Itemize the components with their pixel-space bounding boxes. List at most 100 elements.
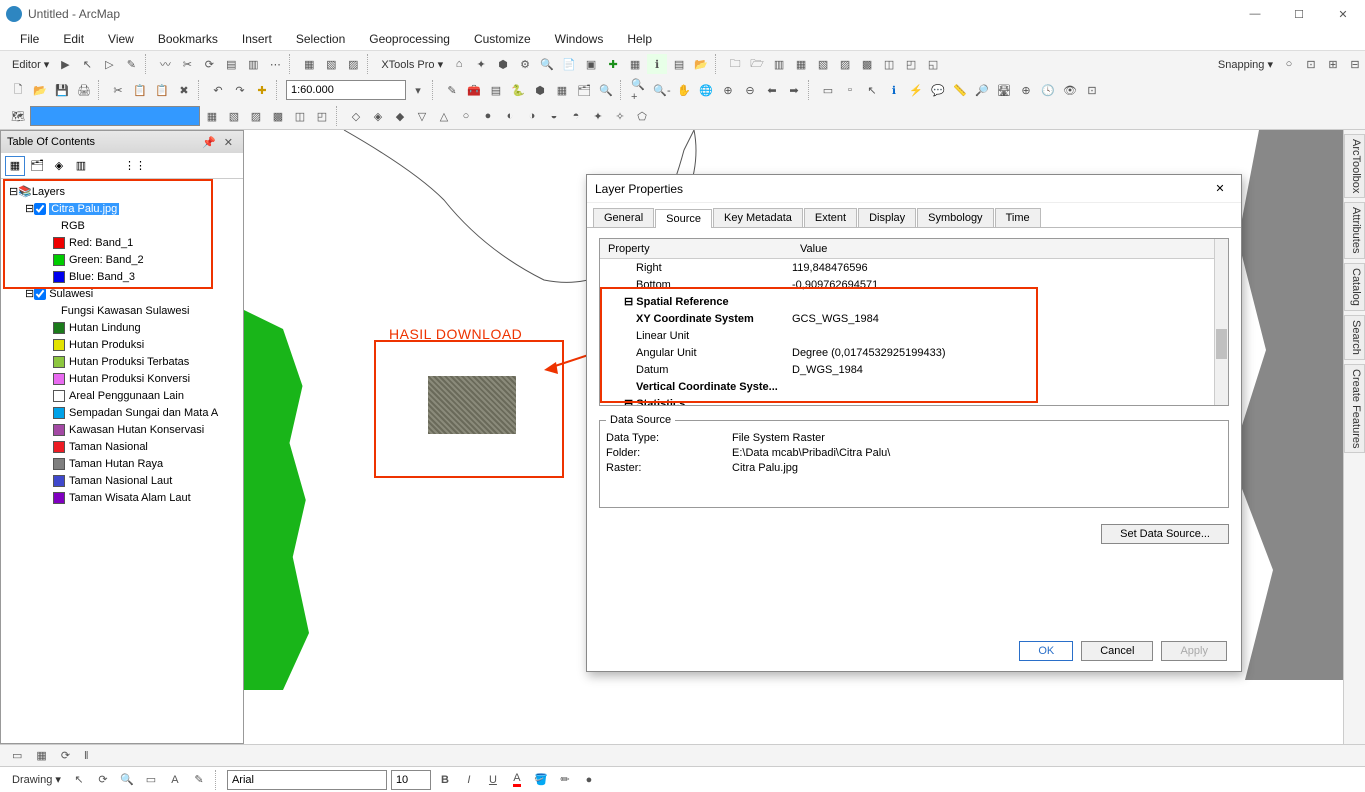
open-icon[interactable]: 📂 — [30, 80, 50, 100]
rotate-icon[interactable]: ⟳ — [199, 54, 219, 74]
legend-class[interactable]: Taman Nasional Laut — [5, 472, 239, 489]
list-by-drawing-icon[interactable]: ▦ — [5, 156, 25, 176]
menu-insert[interactable]: Insert — [232, 30, 282, 48]
goto-xy-icon[interactable]: ⊕ — [1016, 80, 1036, 100]
sketch-props-icon[interactable]: ▥ — [243, 54, 263, 74]
edit-more-icon[interactable]: ⋯ — [265, 54, 285, 74]
maximize-button[interactable]: ☐ — [1277, 0, 1321, 28]
html-popup-icon[interactable]: 💬 — [928, 80, 948, 100]
georef-layer-icon[interactable]: 🗺 — [8, 106, 28, 126]
layer-tree[interactable]: ⊟ 📚 Layers ⊟ Citra Palu.jpg RGB Red: Ban… — [1, 179, 243, 743]
prev-extent-icon[interactable]: ⬅ — [762, 80, 782, 100]
rectangle-icon[interactable]: ▭ — [141, 770, 161, 790]
tree-citra[interactable]: ⊟ Citra Palu.jpg — [5, 200, 239, 217]
edit-annotation-icon[interactable]: ▧ — [321, 54, 341, 74]
menu-selection[interactable]: Selection — [286, 30, 355, 48]
menu-view[interactable]: View — [98, 30, 144, 48]
xtools-icon-2[interactable]: ✦ — [471, 54, 491, 74]
legend-class[interactable]: Taman Nasional — [5, 438, 239, 455]
xtools-info-icon[interactable]: ℹ — [647, 54, 667, 74]
search-icon[interactable]: 🔍 — [596, 80, 616, 100]
xtools-icon-6[interactable]: 📄 — [559, 54, 579, 74]
menu-windows[interactable]: Windows — [545, 30, 614, 48]
close-button[interactable]: ✕ — [1321, 0, 1365, 28]
redo-icon[interactable]: ↷ — [230, 80, 250, 100]
create-viewer-icon[interactable]: ⊡ — [1082, 80, 1102, 100]
legend-class[interactable]: Hutan Produksi — [5, 336, 239, 353]
menu-geoprocessing[interactable]: Geoprocessing — [359, 30, 460, 48]
georef-icon-1[interactable]: ▦ — [202, 106, 222, 126]
tab-symbology[interactable]: Symbology — [917, 208, 993, 227]
snap-end-icon[interactable]: ⊡ — [1301, 54, 1321, 74]
tab-extent[interactable]: Extent — [804, 208, 857, 227]
georef-layer-combo[interactable] — [30, 106, 200, 126]
fixed-zoomin-icon[interactable]: ⊕ — [718, 80, 738, 100]
citra-label[interactable]: Citra Palu.jpg — [49, 203, 119, 215]
cancel-button[interactable]: Cancel — [1081, 641, 1153, 661]
scale-dropdown-icon[interactable]: ▾ — [408, 80, 428, 100]
minimize-button[interactable]: — — [1233, 0, 1277, 28]
xtools-icon-18[interactable]: ◰ — [901, 54, 921, 74]
edit-tool-icon[interactable]: ▶ — [55, 54, 75, 74]
xtools-icon-add[interactable]: ✚ — [603, 54, 623, 74]
citra-checkbox[interactable] — [34, 203, 46, 215]
zoom-out-icon[interactable]: 🔍- — [652, 80, 672, 100]
xtools-icon-4[interactable]: ⚙ — [515, 54, 535, 74]
trace-icon[interactable]: 〰 — [155, 54, 175, 74]
save-icon[interactable]: 💾 — [52, 80, 72, 100]
full-extent-icon[interactable]: 🌐 — [696, 80, 716, 100]
delete-icon[interactable]: ✖ — [174, 80, 194, 100]
select-elements-icon[interactable]: ↖ — [862, 80, 882, 100]
add-data-icon[interactable]: ✚ — [252, 80, 272, 100]
marker-icon[interactable]: ● — [579, 770, 599, 790]
dialog-titlebar[interactable]: Layer Properties ✕ — [587, 175, 1241, 203]
georef-icon-4[interactable]: ▩ — [268, 106, 288, 126]
legend-class[interactable]: Hutan Produksi Terbatas — [5, 353, 239, 370]
create-features-icon[interactable]: ▦ — [299, 54, 319, 74]
italic-icon[interactable]: I — [459, 770, 479, 790]
bold-icon[interactable]: B — [435, 770, 455, 790]
menu-bookmarks[interactable]: Bookmarks — [148, 30, 228, 48]
legend-class[interactable]: Kawasan Hutan Konservasi — [5, 421, 239, 438]
edit-node-icon[interactable]: ▷ — [99, 54, 119, 74]
property-grid-scrollbar[interactable] — [1214, 239, 1228, 405]
pause-icon[interactable]: ‖ — [80, 750, 93, 762]
list-by-selection-icon[interactable]: ▥ — [71, 156, 91, 176]
python-icon[interactable]: 🐍 — [508, 80, 528, 100]
snap-vertex-icon[interactable]: ⊞ — [1323, 54, 1343, 74]
xtools-icon-layers[interactable]: ▦ — [625, 54, 645, 74]
topo-icon-13[interactable]: ✧ — [610, 106, 630, 126]
snap-point-icon[interactable]: ○ — [1279, 54, 1299, 74]
tree-root[interactable]: ⊟ 📚 Layers — [5, 183, 239, 200]
topo-icon-14[interactable]: ⬠ — [632, 106, 652, 126]
property-row[interactable]: DatumD_WGS_1984 — [600, 361, 1214, 378]
topo-icon-2[interactable]: ◈ — [368, 106, 388, 126]
fixed-zoomout-icon[interactable]: ⊖ — [740, 80, 760, 100]
edit-vertices-icon[interactable]: ▨ — [343, 54, 363, 74]
find-icon[interactable]: 🔎 — [972, 80, 992, 100]
property-grid-rows[interactable]: Right119,848476596Bottom-0,909762694571⊟… — [600, 259, 1214, 405]
legend-class[interactable]: Hutan Produksi Konversi — [5, 370, 239, 387]
xtools-icon-1[interactable]: ⌂ — [449, 54, 469, 74]
topo-icon-6[interactable]: ○ — [456, 106, 476, 126]
drawing-dropdown[interactable]: Drawing ▾ — [8, 773, 65, 786]
xtools-icon-7[interactable]: ▣ — [581, 54, 601, 74]
xtools-icon-12[interactable]: ▥ — [769, 54, 789, 74]
legend-class[interactable]: Hutan Lindung — [5, 319, 239, 336]
property-grid[interactable]: Property Value Right119,848476596Bottom-… — [599, 238, 1229, 406]
legend-class[interactable]: Taman Hutan Raya — [5, 455, 239, 472]
property-row[interactable]: Right119,848476596 — [600, 259, 1214, 276]
menu-customize[interactable]: Customize — [464, 30, 541, 48]
model-icon[interactable]: ⬢ — [530, 80, 550, 100]
toc-options-icon[interactable]: ⋮⋮ — [125, 156, 145, 176]
layout-view-icon[interactable]: ▦ — [32, 749, 50, 762]
topo-icon-1[interactable]: ◇ — [346, 106, 366, 126]
catalog-icon[interactable]: 🗂 — [574, 80, 594, 100]
menu-file[interactable]: File — [10, 30, 49, 48]
pan-icon[interactable]: ✋ — [674, 80, 694, 100]
data-view-icon[interactable]: ▭ — [8, 749, 26, 762]
georef-icon-6[interactable]: ◰ — [312, 106, 332, 126]
tab-arctoolbox[interactable]: ArcToolbox — [1344, 134, 1365, 198]
legend-class[interactable]: Areal Penggunaan Lain — [5, 387, 239, 404]
font-combo[interactable]: Arial — [227, 770, 387, 790]
